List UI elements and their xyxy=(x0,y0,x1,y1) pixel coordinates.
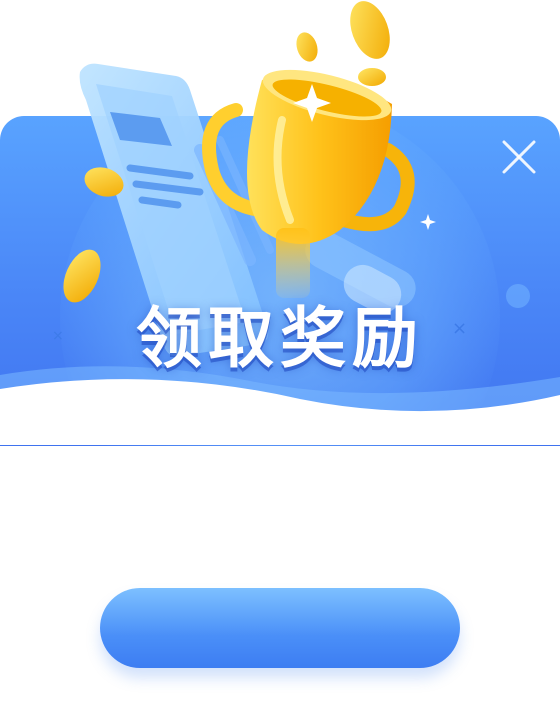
close-button[interactable] xyxy=(498,136,540,178)
dialog-content-area xyxy=(0,420,560,580)
claim-reward-button[interactable] xyxy=(100,588,460,668)
reward-dialog: × × 领取奖励 xyxy=(0,0,560,716)
dialog-title: 领取奖励 xyxy=(136,300,424,377)
close-icon xyxy=(502,140,536,174)
